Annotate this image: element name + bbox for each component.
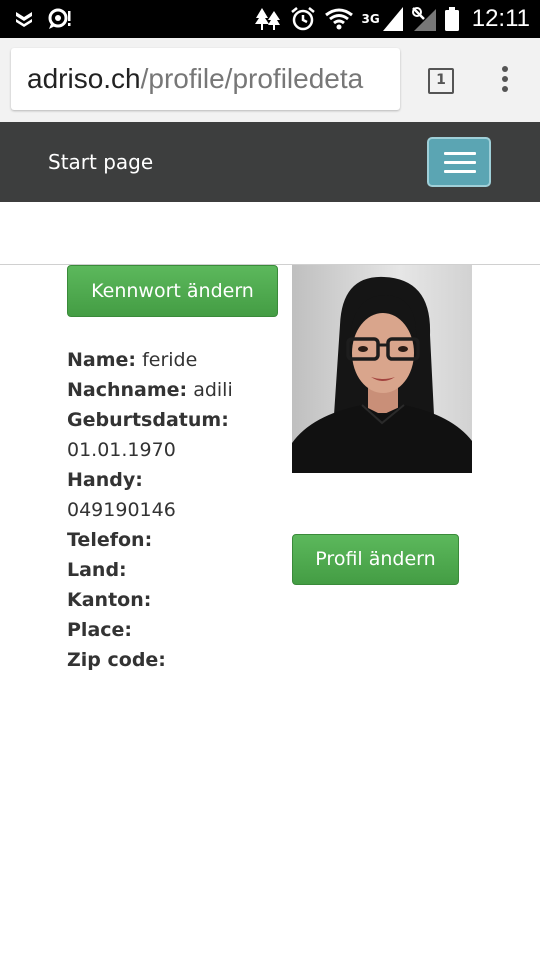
battery-icon — [444, 7, 459, 31]
birthdate-value: 01.01.1970 — [67, 439, 176, 461]
name-label: Name: — [67, 349, 137, 371]
site-navbar: Start page — [0, 122, 540, 202]
place-label: Place: — [67, 619, 133, 641]
surname-value: adili — [193, 379, 233, 401]
country-row: Land: — [67, 555, 287, 585]
mobile-value: 049190146 — [67, 499, 176, 521]
canton-row: Kanton: — [67, 585, 287, 615]
surname-row: Nachname: adili — [67, 375, 287, 405]
hamburger-icon — [444, 170, 476, 173]
canton-label: Kanton: — [67, 589, 152, 611]
name-row: Name: feride — [67, 345, 287, 375]
edit-profile-button[interactable]: Profil ändern — [292, 534, 459, 585]
surname-label: Nachname: — [67, 379, 188, 401]
network-type-label: 3G — [361, 12, 380, 26]
hamburger-icon — [444, 152, 476, 155]
browser-menu-button[interactable] — [498, 66, 512, 96]
dot-icon — [502, 66, 508, 72]
navbar-brand-link[interactable]: Start page — [48, 122, 153, 202]
address-bar[interactable]: adriso.ch/profile/profiledeta — [11, 48, 400, 110]
no-signal-icon — [411, 7, 436, 31]
profile-photo — [292, 265, 472, 473]
trees-icon — [254, 7, 281, 31]
chat-notification-icon — [48, 8, 72, 30]
zip-row: Zip code: — [67, 645, 287, 675]
zip-label: Zip code: — [67, 649, 166, 671]
country-label: Land: — [67, 559, 127, 581]
url-domain: adriso.ch — [27, 63, 141, 94]
signal-icon — [382, 7, 403, 31]
status-bar-notifications — [14, 6, 72, 32]
profile-photo-illustration — [292, 276, 472, 473]
birthdate-label: Geburtsdatum: — [67, 409, 229, 431]
dot-icon — [502, 86, 508, 92]
mobile-label-row: Handy: — [67, 465, 287, 495]
status-bar: 3G 12:11 — [0, 0, 540, 38]
dot-icon — [502, 76, 508, 82]
hamburger-icon — [444, 161, 476, 164]
status-clock: 12:11 — [471, 5, 530, 32]
change-password-button[interactable]: Kennwort ändern — [67, 265, 278, 317]
mobile-label: Handy: — [67, 469, 143, 491]
wifi-icon — [324, 8, 353, 30]
status-bar-system: 3G 12:11 — [254, 4, 530, 34]
name-value: feride — [142, 349, 198, 371]
shield-notification-icon — [14, 9, 34, 29]
browser-toolbar: adriso.ch/profile/profiledeta 1 — [0, 38, 540, 122]
phone-label: Telefon: — [67, 529, 153, 551]
mobile-value-row: 049190146 — [67, 495, 287, 525]
phone-row: Telefon: — [67, 525, 287, 555]
url-path: /profile/profiledeta — [140, 63, 364, 94]
birthdate-label-row: Geburtsdatum: — [67, 405, 287, 435]
birthdate-value-row: 01.01.1970 — [67, 435, 287, 465]
place-row: Place: — [67, 615, 287, 645]
navbar-toggle-button[interactable] — [427, 137, 491, 187]
profile-details: Name: feride Nachname: adili Geburtsdatu… — [67, 345, 287, 675]
tab-switcher-button[interactable]: 1 — [428, 68, 454, 94]
alarm-icon — [290, 6, 316, 32]
